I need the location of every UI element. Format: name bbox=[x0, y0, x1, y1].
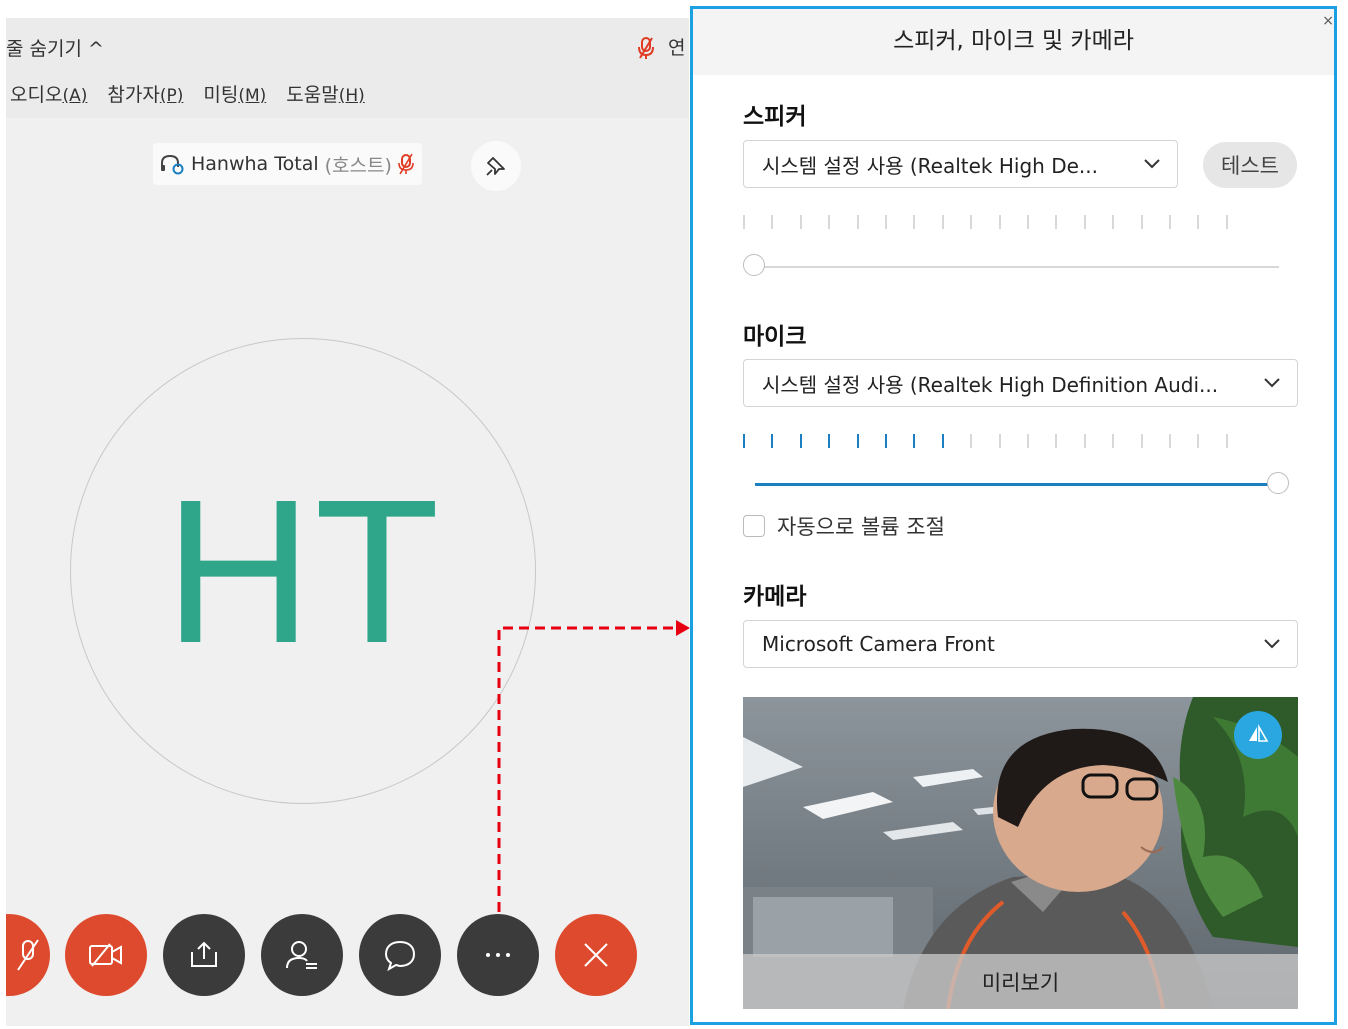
speaker-select[interactable]: 시스템 설정 사용 (Realtek High De... bbox=[743, 140, 1178, 188]
level-tick bbox=[1083, 215, 1086, 229]
level-tick bbox=[1225, 434, 1228, 448]
panel-title: 스피커, 마이크 및 카메라 bbox=[893, 28, 1134, 54]
level-tick bbox=[1140, 215, 1143, 229]
level-tick bbox=[941, 434, 944, 448]
level-tick bbox=[799, 215, 802, 229]
level-tick bbox=[743, 215, 745, 229]
level-tick bbox=[743, 434, 745, 448]
slider-thumb[interactable] bbox=[1267, 472, 1289, 494]
level-tick bbox=[970, 434, 973, 448]
level-tick bbox=[1112, 215, 1115, 229]
level-tick bbox=[828, 215, 831, 229]
microphone-level-meter bbox=[743, 434, 1243, 448]
level-tick bbox=[856, 434, 859, 448]
flip-icon bbox=[1249, 724, 1269, 742]
level-tick bbox=[1197, 434, 1200, 448]
level-tick bbox=[799, 434, 802, 448]
level-tick bbox=[885, 434, 887, 448]
camera-preview: 미리보기 bbox=[743, 697, 1298, 1009]
camera-selected-value: Microsoft Camera Front bbox=[762, 632, 995, 656]
level-tick bbox=[1169, 215, 1171, 229]
chevron-down-icon bbox=[1264, 378, 1280, 388]
level-tick bbox=[856, 215, 859, 229]
level-tick bbox=[998, 434, 1001, 448]
level-tick bbox=[1027, 434, 1029, 448]
level-tick bbox=[1225, 215, 1228, 229]
speaker-selected-value: 시스템 설정 사용 (Realtek High De... bbox=[762, 153, 1098, 178]
level-tick bbox=[1169, 434, 1171, 448]
panel-close-button[interactable]: × bbox=[1322, 13, 1334, 29]
level-tick bbox=[1055, 215, 1058, 229]
panel-header: 스피커, 마이크 및 카메라 × bbox=[693, 9, 1334, 75]
level-tick bbox=[771, 434, 774, 448]
speaker-volume-slider[interactable] bbox=[743, 252, 1291, 282]
camera-section-title: 카메라 bbox=[743, 584, 807, 610]
level-tick bbox=[1112, 434, 1115, 448]
level-tick bbox=[913, 434, 916, 448]
speaker-test-button[interactable]: 테스트 bbox=[1203, 142, 1297, 188]
level-tick bbox=[941, 215, 944, 229]
auto-volume-checkbox[interactable] bbox=[743, 515, 765, 537]
slider-track bbox=[755, 266, 1279, 268]
level-tick bbox=[1140, 434, 1143, 448]
level-tick bbox=[1027, 215, 1029, 229]
level-tick bbox=[828, 434, 831, 448]
camera-flip-button[interactable] bbox=[1234, 711, 1282, 759]
microphone-select[interactable]: 시스템 설정 사용 (Realtek High Definition Audi.… bbox=[743, 359, 1298, 407]
speaker-section-title: 스피커 bbox=[743, 104, 807, 130]
chevron-down-icon bbox=[1144, 159, 1160, 169]
slider-fill bbox=[755, 483, 1279, 486]
level-tick bbox=[771, 215, 774, 229]
preview-label: 미리보기 bbox=[743, 954, 1298, 1009]
level-tick bbox=[1197, 215, 1200, 229]
level-tick bbox=[998, 215, 1001, 229]
level-tick bbox=[1083, 434, 1086, 448]
microphone-section-title: 마이크 bbox=[743, 324, 807, 350]
camera-select[interactable]: Microsoft Camera Front bbox=[743, 620, 1298, 668]
auto-volume-label: 자동으로 볼륨 조절 bbox=[777, 515, 945, 539]
auto-volume-row: 자동으로 볼륨 조절 bbox=[743, 511, 945, 541]
level-tick bbox=[885, 215, 887, 229]
chevron-down-icon bbox=[1264, 639, 1280, 649]
level-tick bbox=[913, 215, 916, 229]
level-tick bbox=[1055, 434, 1058, 448]
slider-thumb[interactable] bbox=[743, 254, 765, 276]
speaker-level-meter bbox=[743, 215, 1243, 229]
audio-video-settings-panel: 스피커, 마이크 및 카메라 × 스피커 시스템 설정 사용 (Realtek … bbox=[690, 6, 1337, 1025]
microphone-selected-value: 시스템 설정 사용 (Realtek High Definition Audi.… bbox=[762, 372, 1219, 397]
microphone-volume-slider[interactable] bbox=[743, 470, 1291, 500]
level-tick bbox=[970, 215, 973, 229]
